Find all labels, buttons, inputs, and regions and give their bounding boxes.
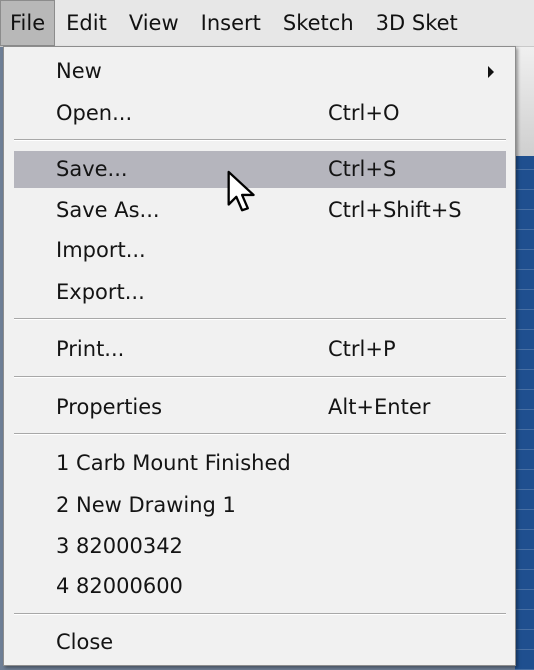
recent-file-item[interactable]: 2 New Drawing 1 xyxy=(14,487,506,524)
menu-item-properties[interactable]: Properties Alt+Enter xyxy=(14,389,506,426)
menu-separator xyxy=(14,139,506,141)
menu-item-print[interactable]: Print... Ctrl+P xyxy=(14,331,506,368)
recent-file-item[interactable]: 1 Carb Mount Finished xyxy=(14,445,506,482)
application-background xyxy=(515,46,534,670)
menu-item-label: 4 82000600 xyxy=(56,574,183,598)
menu-item-label: New xyxy=(56,59,102,83)
menu-separator xyxy=(14,376,506,378)
menu-item-shortcut: Ctrl+S xyxy=(328,157,397,181)
menu-item-shortcut: Ctrl+P xyxy=(328,337,396,361)
menu-item-label: Open... xyxy=(56,101,133,125)
mouse-pointer-icon xyxy=(227,170,255,212)
menu-item-label: 2 New Drawing 1 xyxy=(56,493,236,517)
menu-item-label: Print... xyxy=(56,337,125,361)
menu-sketch[interactable]: Sketch xyxy=(272,0,365,46)
submenu-arrow-icon xyxy=(488,66,494,78)
menu-item-close[interactable]: Close xyxy=(14,624,506,661)
menu-bar: File Edit View Insert Sketch 3D Sket xyxy=(0,0,534,47)
file-menu-dropdown: New Open... Ctrl+O Save... Ctrl+S Save A… xyxy=(3,46,516,666)
menu-file[interactable]: File xyxy=(0,0,56,46)
menu-3d-sketch[interactable]: 3D Sket xyxy=(365,0,469,46)
recent-file-item[interactable]: 3 82000342 xyxy=(14,528,506,565)
menu-item-shortcut: Ctrl+Shift+S xyxy=(328,198,462,222)
menu-item-export[interactable]: Export... xyxy=(14,274,506,311)
menu-item-shortcut: Alt+Enter xyxy=(328,395,431,419)
menu-item-label: Save... xyxy=(56,157,128,181)
menu-edit[interactable]: Edit xyxy=(55,0,118,46)
menu-item-new[interactable]: New xyxy=(14,53,506,90)
menu-item-label: Properties xyxy=(56,395,163,419)
app-toolbar-edge xyxy=(515,46,534,156)
menu-item-label: 1 Carb Mount Finished xyxy=(56,451,291,475)
menu-separator xyxy=(14,318,506,320)
menu-item-label: Import... xyxy=(56,238,146,262)
menu-item-shortcut: Ctrl+O xyxy=(328,101,400,125)
menu-item-label: Close xyxy=(56,630,114,654)
recent-file-item[interactable]: 4 82000600 xyxy=(14,568,506,605)
drawing-canvas[interactable] xyxy=(515,156,534,670)
menu-item-label: 3 82000342 xyxy=(56,534,183,558)
menu-separator xyxy=(14,433,506,435)
screen: File Edit View Insert Sketch 3D Sket New… xyxy=(0,0,534,670)
menu-item-label: Save As... xyxy=(56,198,160,222)
menu-item-open[interactable]: Open... Ctrl+O xyxy=(14,95,506,132)
menu-view[interactable]: View xyxy=(118,0,190,46)
menu-item-label: Export... xyxy=(56,280,145,304)
menu-insert[interactable]: Insert xyxy=(190,0,272,46)
menu-item-import[interactable]: Import... xyxy=(14,232,506,269)
menu-separator xyxy=(14,613,506,615)
